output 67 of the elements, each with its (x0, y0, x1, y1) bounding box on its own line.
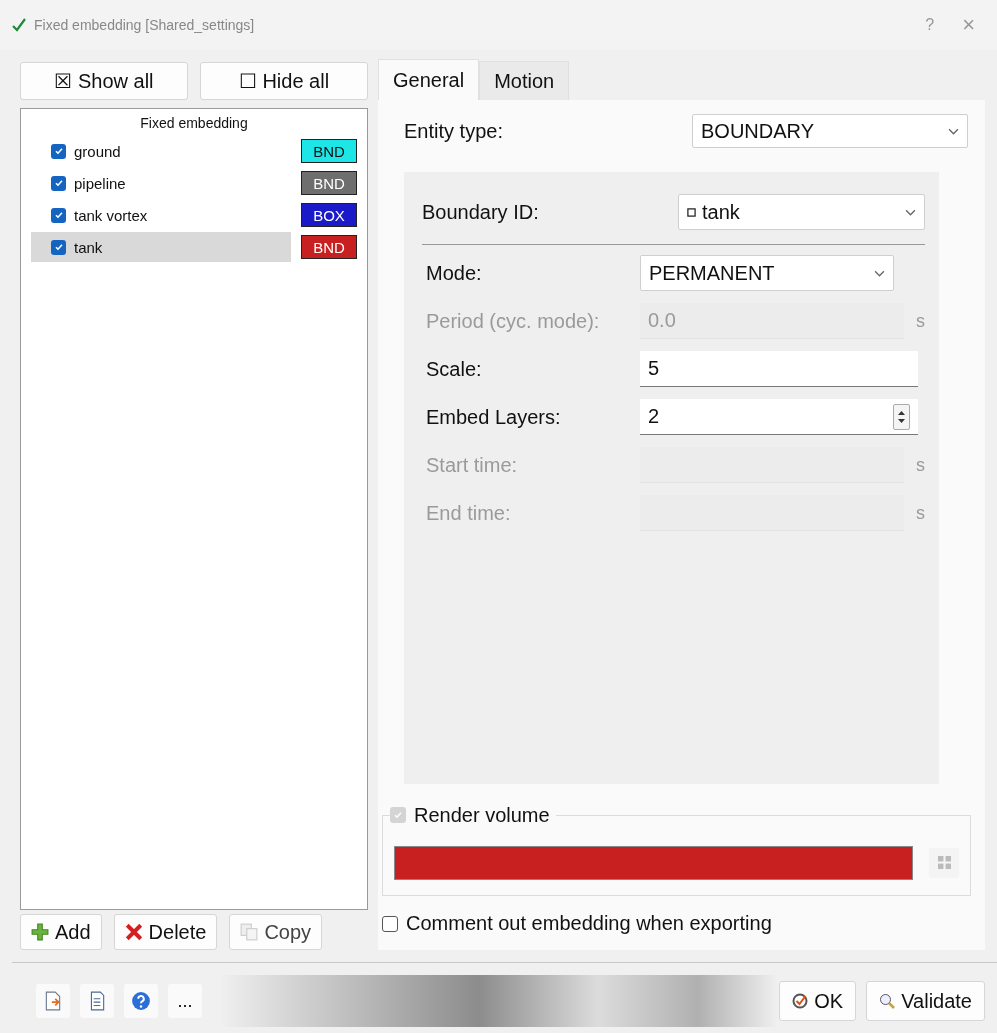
delete-button[interactable]: Delete (113, 914, 218, 950)
check-icon (53, 178, 64, 188)
list-item[interactable]: pipeline (31, 168, 291, 198)
validate-button[interactable]: Validate (866, 981, 985, 1021)
input-field[interactable]: 5 (640, 351, 918, 387)
item-checkbox[interactable] (51, 207, 66, 223)
check-icon (53, 242, 64, 252)
list-item[interactable]: tank vortex (31, 200, 291, 230)
render-volume-label: Render volume (414, 803, 550, 828)
ok-button[interactable]: OK (779, 981, 857, 1021)
field-label: Boundary ID: (422, 200, 540, 224)
list-heading: Fixed embedding (139, 115, 249, 131)
unit-label: s (916, 454, 925, 476)
field-label: Period (cyc. mode): (426, 309, 601, 333)
item-checkbox[interactable] (51, 239, 66, 255)
help-button[interactable] (124, 984, 158, 1018)
spin-arrows-icon (893, 403, 910, 430)
export-icon (43, 991, 63, 1011)
type-tag: BND (301, 171, 357, 195)
boundary-id-select[interactable]: tank (677, 194, 925, 230)
item-label: tank vortex (74, 206, 148, 224)
tab[interactable]: General (378, 59, 480, 100)
check-icon (393, 810, 403, 820)
field-label: Entity type: (403, 119, 504, 143)
item-checkbox[interactable] (51, 175, 66, 191)
item-checkbox[interactable] (51, 143, 66, 159)
comment-checkbox[interactable] (382, 915, 398, 932)
field-label: End time: (426, 501, 512, 525)
window-title: Fixed embedding [Shared_settings] (34, 17, 256, 33)
field-label: Mode: (426, 261, 483, 285)
unit-label: s (916, 310, 925, 332)
copy-icon (240, 923, 259, 941)
type-tag: BND (301, 139, 357, 163)
list-item[interactable]: tank (31, 232, 291, 262)
spin-field[interactable]: 2 (640, 399, 918, 435)
field-label: Embed Layers: (426, 405, 562, 429)
document-button[interactable] (80, 984, 114, 1018)
check-circle-icon (792, 993, 809, 1009)
chevron-down-icon (874, 269, 885, 277)
unit-label: s (916, 502, 925, 524)
item-label: tank (74, 238, 103, 256)
type-tag: BND (301, 235, 357, 259)
checkmark-icon (12, 18, 26, 32)
close-icon (124, 923, 143, 941)
comment-label: Comment out embedding when exporting (406, 912, 772, 935)
list-toggle-button[interactable]: ☐ Hide all (200, 62, 368, 100)
square-icon (686, 207, 696, 217)
plus-icon (31, 923, 49, 941)
list-item[interactable]: ground (31, 136, 291, 166)
add-button[interactable]: Add (20, 914, 102, 950)
field-label: Scale: (426, 357, 483, 381)
more-button[interactable]: ... (168, 984, 202, 1018)
chevron-down-icon (905, 208, 916, 216)
entity-type-select[interactable]: BOUNDARY (692, 114, 968, 148)
mode-select[interactable]: PERMANENT (640, 255, 894, 291)
tab[interactable]: Motion (479, 61, 570, 100)
magnifier-icon (879, 993, 896, 1009)
list-toggle-button[interactable]: ☒ Show all (20, 62, 188, 100)
export-button[interactable] (36, 984, 70, 1018)
item-label: ground (74, 142, 121, 160)
field-label: Start time: (426, 453, 519, 477)
chevron-down-icon (948, 127, 959, 135)
type-tag: BOX (301, 203, 357, 227)
check-icon (53, 210, 64, 220)
item-label: pipeline (74, 174, 126, 192)
help-icon (131, 991, 151, 1011)
check-icon (53, 146, 64, 156)
